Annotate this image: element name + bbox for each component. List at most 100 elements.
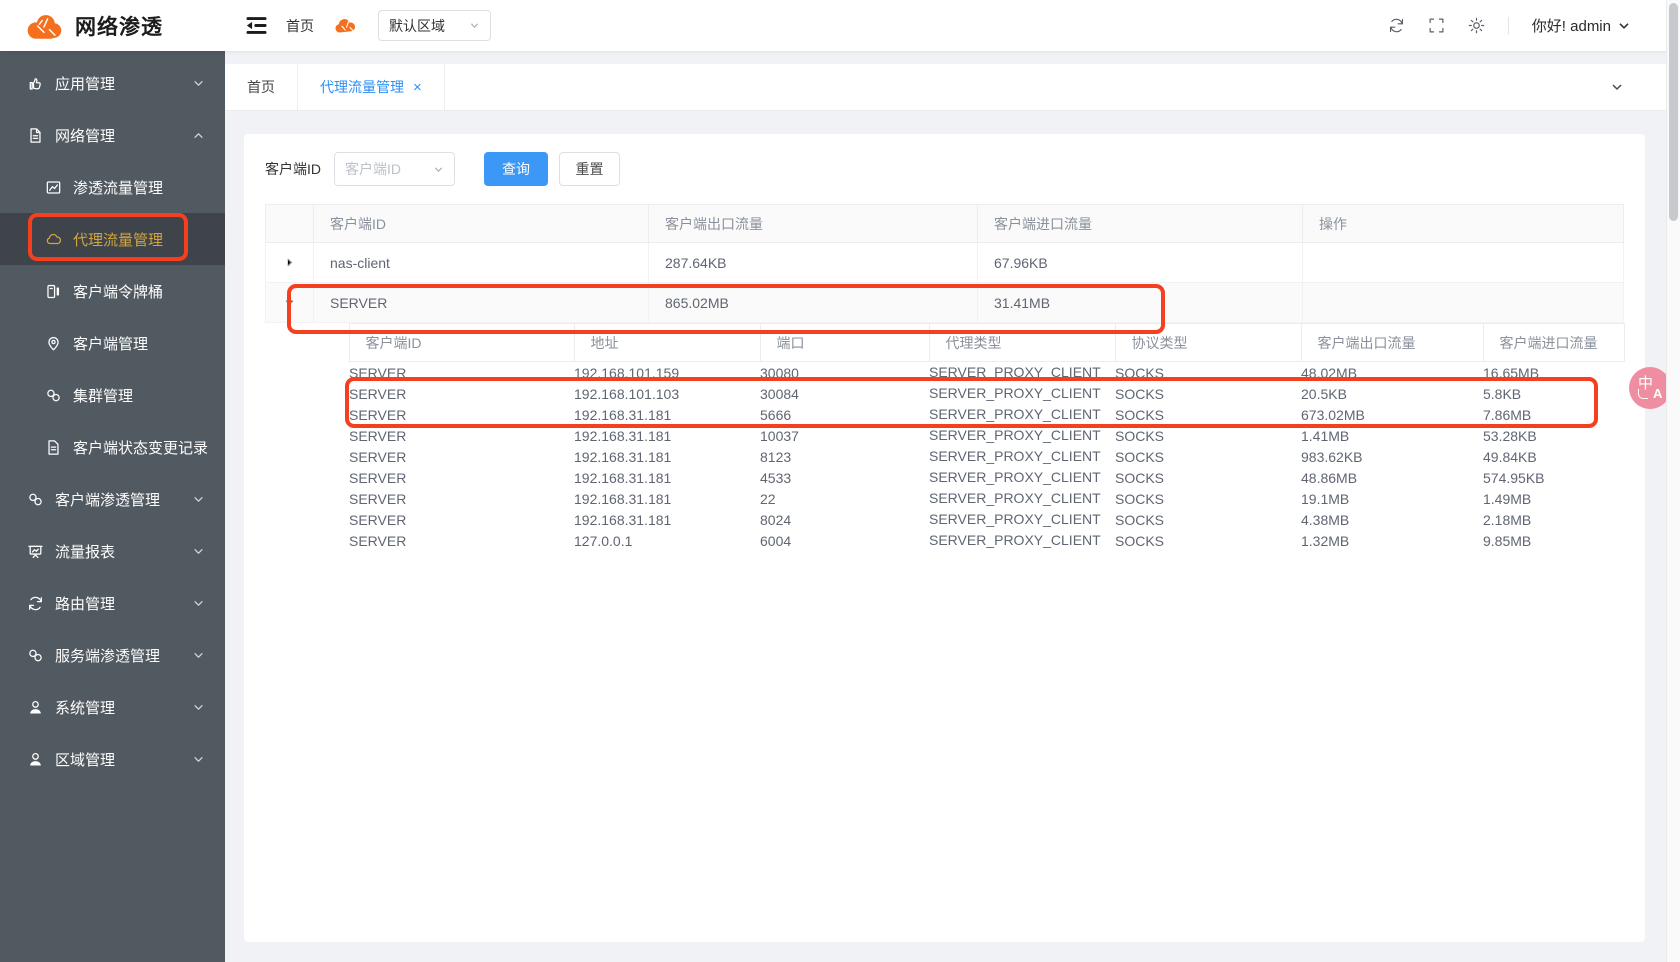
in-traffic-cell: 7.86MB: [1483, 404, 1624, 425]
sidebar-item-应用管理[interactable]: 应用管理: [0, 57, 225, 109]
sidebar: 应用管理网络管理渗透流量管理代理流量管理客户端令牌桶客户端管理集群管理客户端状态…: [0, 51, 225, 962]
sidebar-item-label: 客户端状态变更记录: [73, 437, 208, 458]
client-traffic-table: 客户端ID客户端出口流量客户端进口流量操作 nas-client287.64KB…: [265, 204, 1624, 551]
scrollbar-thumb[interactable]: [1669, 3, 1678, 221]
proxy-type-cell: SERVER_PROXY_CLIENT: [929, 404, 1115, 425]
collapse-row-icon[interactable]: [266, 283, 314, 323]
client-id-cell: SERVER: [349, 446, 574, 467]
actions-cell: [1303, 283, 1624, 323]
sidebar-item-路由管理[interactable]: 路由管理: [0, 577, 225, 629]
expand-row-icon[interactable]: [266, 243, 314, 283]
sidebar-item-服务端渗透管理[interactable]: 服务端渗透管理: [0, 629, 225, 681]
out-traffic-cell: 20.5KB: [1301, 383, 1483, 404]
topbar-right: 你好! admin: [1388, 15, 1666, 36]
query-button[interactable]: 查询: [484, 152, 548, 186]
client-id-cell: SERVER: [349, 425, 574, 446]
in-traffic-cell: 5.8KB: [1483, 383, 1624, 404]
translate-badge[interactable]: 中 A: [1629, 367, 1671, 409]
out-traffic-cell: 4.38MB: [1301, 509, 1483, 530]
token-icon: [45, 283, 62, 300]
table-row: SERVER192.168.31.18110037SERVER_PROXY_CL…: [349, 425, 1624, 446]
sidebar-item-label: 客户端管理: [73, 333, 148, 354]
address-cell: 192.168.31.181: [574, 509, 760, 530]
region-select[interactable]: 默认区域: [378, 10, 491, 41]
sidebar-item-流量报表[interactable]: 流量报表: [0, 525, 225, 577]
user-icon: [27, 699, 44, 716]
chevron-down-icon: [193, 494, 204, 505]
in-traffic-cell: 67.96KB: [978, 243, 1303, 283]
protocol-cell: SOCKS: [1115, 530, 1301, 551]
sidebar-item-客户端管理[interactable]: 客户端管理: [0, 317, 225, 369]
protocol-cell: SOCKS: [1115, 446, 1301, 467]
tab-首页[interactable]: 首页: [225, 64, 298, 110]
sidebar-item-客户端令牌桶[interactable]: 客户端令牌桶: [0, 265, 225, 317]
logo-cloud-icon: [24, 11, 64, 41]
address-cell: 192.168.31.181: [574, 404, 760, 425]
column-header: 客户端进口流量: [1483, 324, 1624, 362]
out-traffic-cell: 19.1MB: [1301, 488, 1483, 509]
sidebar-item-网络管理[interactable]: 网络管理: [0, 109, 225, 161]
breadcrumb-cloud-icon: [333, 17, 359, 34]
sidebar-item-label: 流量报表: [55, 541, 115, 562]
table-wrap: 客户端ID客户端出口流量客户端进口流量操作 nas-client287.64KB…: [244, 204, 1645, 551]
column-header: 地址: [574, 324, 760, 362]
in-traffic-cell: 53.28KB: [1483, 425, 1624, 446]
in-traffic-cell: 574.95KB: [1483, 467, 1624, 488]
address-cell: 127.0.0.1: [574, 530, 760, 551]
sidebar-item-区域管理[interactable]: 区域管理: [0, 733, 225, 785]
port-cell: 5666: [760, 404, 929, 425]
address-cell: 192.168.31.181: [574, 446, 760, 467]
outer-header-row: 客户端ID客户端出口流量客户端进口流量操作: [266, 205, 1624, 243]
client-id-cell: SERVER: [349, 404, 574, 425]
sidebar-item-代理流量管理[interactable]: 代理流量管理: [0, 213, 225, 265]
greeting-text: 你好! admin: [1532, 15, 1611, 36]
protocol-cell: SOCKS: [1115, 467, 1301, 488]
column-header: 客户端出口流量: [649, 205, 978, 243]
tab-代理流量管理[interactable]: 代理流量管理×: [298, 64, 445, 110]
file-icon: [27, 127, 44, 144]
theme-icon[interactable]: [1468, 17, 1485, 34]
reset-button[interactable]: 重置: [559, 152, 620, 186]
scrollbar-track[interactable]: [1666, 0, 1680, 962]
sidebar-item-客户端渗透管理[interactable]: 客户端渗透管理: [0, 473, 225, 525]
fullscreen-icon[interactable]: [1428, 17, 1445, 34]
chevron-down-icon: [469, 20, 480, 31]
user-menu[interactable]: 你好! admin: [1532, 15, 1630, 36]
out-traffic-cell: 1.32MB: [1301, 530, 1483, 551]
tab-list-chevron-down-icon[interactable]: [1610, 80, 1624, 94]
refresh-icon[interactable]: [1388, 17, 1405, 34]
menu-fold-icon[interactable]: [246, 16, 267, 35]
tab-bar: 首页代理流量管理×: [225, 64, 1666, 111]
port-cell: 8024: [760, 509, 929, 530]
sidebar-item-系统管理[interactable]: 系统管理: [0, 681, 225, 733]
out-traffic-cell: 48.86MB: [1301, 467, 1483, 488]
sidebar-item-label: 服务端渗透管理: [55, 645, 160, 666]
cloud-outline-icon: [45, 231, 62, 248]
chevron-down-icon: [1618, 20, 1630, 32]
chevron-down-icon: [193, 754, 204, 765]
port-cell: 6004: [760, 530, 929, 551]
protocol-cell: SOCKS: [1115, 488, 1301, 509]
out-traffic-cell: 865.02MB: [649, 283, 978, 323]
actions-cell: [1303, 243, 1624, 283]
app-title: 网络渗透: [75, 11, 163, 41]
column-header: 客户端ID: [349, 324, 574, 362]
client-id-placeholder: 客户端ID: [345, 159, 401, 179]
sidebar-item-集群管理[interactable]: 集群管理: [0, 369, 225, 421]
in-traffic-cell: 9.85MB: [1483, 530, 1624, 551]
client-id-select[interactable]: 客户端ID: [334, 152, 455, 186]
port-cell: 30080: [760, 362, 929, 384]
sidebar-item-客户端状态变更记录[interactable]: 客户端状态变更记录: [0, 421, 225, 473]
client-id-cell: SERVER: [349, 509, 574, 530]
chevron-down-icon: [193, 650, 204, 661]
tab-close-icon[interactable]: ×: [413, 80, 422, 95]
sidebar-item-label: 路由管理: [55, 593, 115, 614]
sidebar-item-label: 集群管理: [73, 385, 133, 406]
breadcrumb[interactable]: 首页: [286, 16, 314, 36]
proxy-type-cell: SERVER_PROXY_CLIENT: [929, 362, 1115, 384]
protocol-cell: SOCKS: [1115, 362, 1301, 384]
sidebar-item-渗透流量管理[interactable]: 渗透流量管理: [0, 161, 225, 213]
column-header: 客户端ID: [314, 205, 649, 243]
column-header: 客户端出口流量: [1301, 324, 1483, 362]
expanded-row-cell: 客户端ID地址端口代理类型协议类型客户端出口流量客户端进口流量SERVER192…: [266, 323, 1624, 552]
